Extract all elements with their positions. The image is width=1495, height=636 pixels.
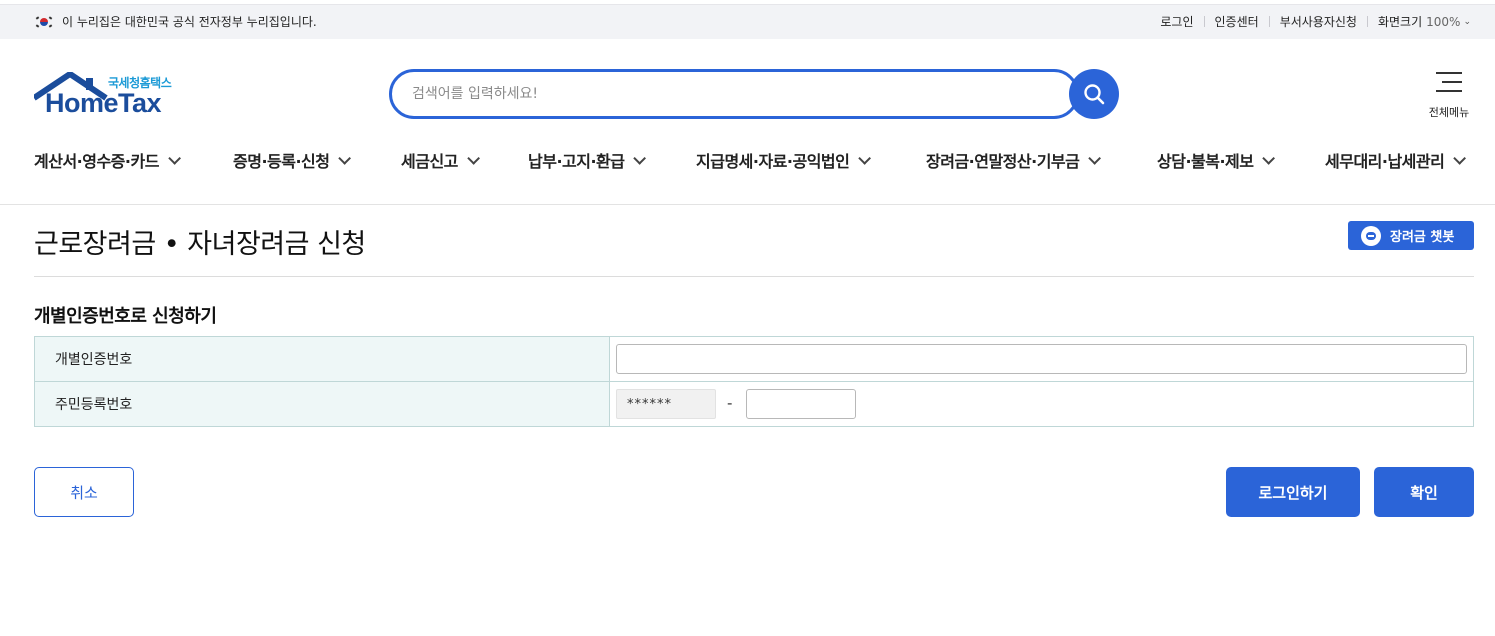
chevron-down-icon	[1453, 151, 1467, 165]
nav-payment-refund[interactable]: 납부·고지·환급	[528, 148, 647, 172]
form-row-cert: 개별인증번호	[35, 337, 1473, 382]
chevron-down-icon	[633, 151, 647, 165]
search-input[interactable]	[412, 83, 1012, 105]
cert-number-input[interactable]	[616, 344, 1467, 374]
chevron-down-icon	[858, 151, 872, 165]
page-title: 근로장려금 • 자녀장려금 신청	[34, 229, 366, 260]
header-divider	[0, 204, 1495, 205]
all-menu-button[interactable]: 전체메뉴	[1422, 70, 1476, 120]
title-divider	[34, 276, 1474, 277]
nav-tax-agent[interactable]: 세무대리·납세관리	[1325, 148, 1467, 172]
rrn-front-masked: ******	[616, 389, 716, 419]
search-icon	[1084, 84, 1105, 105]
chevron-down-icon	[467, 151, 480, 165]
logo-english-text: HomeTax	[45, 88, 162, 118]
nav-label: 지급명세·자료·공익법인	[696, 152, 850, 171]
form-row-rrn: 주민등록번호 ****** -	[35, 382, 1473, 426]
zoom-select[interactable]: 100%	[1426, 15, 1460, 29]
chevron-down-icon	[1262, 151, 1276, 165]
hamburger-icon	[1436, 72, 1462, 74]
nav-incentive-settlement[interactable]: 장려금·연말정산·기부금	[926, 148, 1102, 172]
nav-label: 증명·등록·신청	[233, 152, 330, 171]
hamburger-icon	[1442, 81, 1462, 83]
divider	[1366, 16, 1368, 27]
screen-size-label[interactable]: 화면크기	[1378, 13, 1422, 30]
cancel-button[interactable]: 취소	[34, 467, 134, 517]
rrn-back-input[interactable]	[746, 389, 856, 419]
chatbot-label: 장려금 챗봇	[1390, 230, 1455, 245]
gov-notice-text: 이 누리집은 대한민국 공식 전자정부 누리집입니다.	[62, 15, 317, 29]
nav-label: 세금신고	[401, 152, 458, 171]
nav-label: 세무대리·납세관리	[1325, 152, 1445, 171]
dept-user-apply-link[interactable]: 부서사용자신청	[1280, 13, 1357, 30]
hometax-logo[interactable]: 국세청홈택스 HomeTax	[34, 70, 194, 122]
nav-consult-appeal[interactable]: 상담·불복·제보	[1157, 148, 1276, 172]
search-box	[389, 69, 1079, 119]
chevron-down-icon[interactable]: ⌄	[1463, 17, 1471, 27]
divider	[1203, 16, 1205, 27]
login-button[interactable]: 로그인하기	[1226, 467, 1360, 517]
korea-flag-icon	[35, 15, 53, 28]
chevron-down-icon	[1088, 151, 1102, 165]
rrn-label: 주민등록번호	[35, 382, 610, 426]
divider	[1268, 16, 1270, 27]
main-navigation: 계산서·영수증·카드 증명·등록·신청 세금신고 납부·고지·환급 지급명세·자…	[0, 148, 1495, 180]
chevron-down-icon	[168, 151, 181, 165]
nav-label: 계산서·영수증·카드	[34, 152, 159, 171]
gov-notice: 이 누리집은 대한민국 공식 전자정부 누리집입니다.	[35, 13, 317, 30]
utility-links: 로그인 인증센터 부서사용자신청 화면크기 100% ⌄	[1160, 13, 1471, 30]
chatbot-icon	[1361, 225, 1381, 246]
search-button[interactable]	[1069, 69, 1119, 119]
chevron-down-icon	[338, 151, 352, 165]
login-link[interactable]: 로그인	[1160, 13, 1193, 30]
confirm-button[interactable]: 확인	[1374, 467, 1474, 517]
incentive-chatbot-button[interactable]: 장려금 챗봇	[1348, 221, 1474, 250]
nav-payment-statement[interactable]: 지급명세·자료·공익법인	[696, 148, 872, 172]
cert-center-link[interactable]: 인증센터	[1215, 13, 1259, 30]
nav-certificate-registration[interactable]: 증명·등록·신청	[233, 148, 352, 172]
rrn-dash: -	[727, 394, 733, 412]
nav-label: 장려금·연말정산·기부금	[926, 152, 1080, 171]
nav-label: 상담·불복·제보	[1157, 152, 1254, 171]
cert-number-label: 개별인증번호	[35, 337, 610, 381]
nav-label: 납부·고지·환급	[528, 152, 625, 171]
gov-banner: 이 누리집은 대한민국 공식 전자정부 누리집입니다. 로그인 인증센터 부서사…	[0, 4, 1495, 39]
nav-invoice-receipt-card[interactable]: 계산서·영수증·카드	[34, 148, 181, 172]
nav-tax-filing[interactable]: 세금신고	[401, 148, 480, 172]
section-title: 개별인증번호로 신청하기	[34, 306, 217, 327]
hamburger-icon	[1436, 90, 1462, 92]
all-menu-label: 전체메뉴	[1428, 106, 1470, 119]
application-form-table: 개별인증번호 주민등록번호 ****** -	[34, 336, 1474, 427]
